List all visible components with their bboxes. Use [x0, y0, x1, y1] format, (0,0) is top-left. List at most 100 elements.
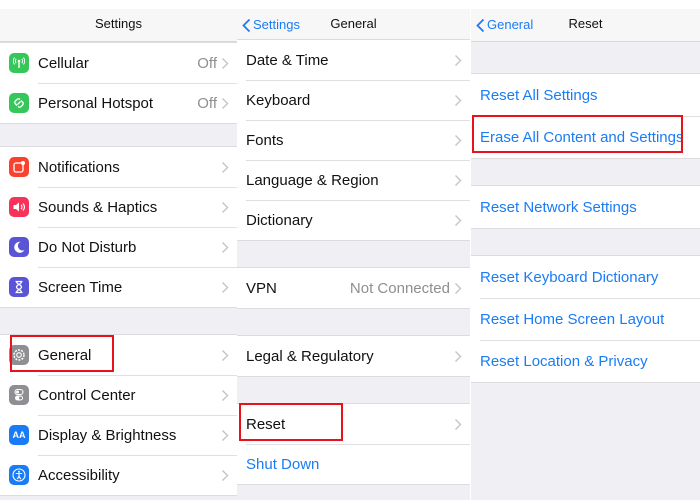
chevron-right-icon [222, 161, 229, 173]
item-label: Personal Hotspot [38, 94, 154, 112]
personal-hotspot-icon [9, 93, 29, 113]
item-label: Cellular [38, 54, 89, 72]
chevron-right-icon [455, 94, 462, 106]
settings-item-general[interactable]: General [0, 335, 237, 375]
general-group-reset: Reset Shut Down [237, 403, 470, 485]
item-label: Reset Keyboard Dictionary [480, 268, 659, 286]
settings-item-notifications[interactable]: Notifications [0, 147, 237, 187]
chevron-right-icon [455, 174, 462, 186]
settings-panel: Settings Cellular Off Personal Hotspot O… [0, 0, 237, 500]
item-label: Language & Region [246, 171, 379, 189]
reset-keyboard-dictionary-button[interactable]: Reset Keyboard Dictionary [471, 256, 700, 298]
item-label: Date & Time [246, 51, 329, 69]
reset-group-other: Reset Keyboard Dictionary Reset Home Scr… [471, 255, 700, 383]
chevron-right-icon [222, 97, 229, 109]
item-label: Accessibility [38, 466, 120, 484]
settings-group-system: General Control Center AA Display & Brig… [0, 334, 237, 496]
chevron-right-icon [222, 349, 229, 361]
vpn-status: Not Connected [349, 279, 450, 297]
settings-item-do-not-disturb[interactable]: Do Not Disturb [0, 227, 237, 267]
item-label: Control Center [38, 386, 136, 404]
item-label: Legal & Regulatory [246, 347, 374, 365]
page-title: Settings [95, 16, 142, 31]
item-label: Notifications [38, 158, 120, 176]
general-group-vpn: VPN Not Connected [237, 267, 470, 309]
reset-all-settings-button[interactable]: Reset All Settings [471, 74, 700, 116]
item-label: Sounds & Haptics [38, 198, 158, 216]
hourglass-icon [9, 277, 29, 297]
chevron-right-icon [455, 418, 462, 430]
reset-group-main: Reset All Settings Erase All Content and… [471, 73, 700, 159]
chevron-right-icon [222, 241, 229, 253]
settings-item-sounds-haptics[interactable]: Sounds & Haptics [0, 187, 237, 227]
chevron-right-icon [455, 134, 462, 146]
erase-all-content-button[interactable]: Erase All Content and Settings [471, 116, 700, 158]
reset-panel: General Reset Reset All Settings Erase A… [471, 0, 700, 500]
page-title: Reset [568, 16, 603, 31]
chevron-right-icon [455, 214, 462, 226]
reset-location-privacy-button[interactable]: Reset Location & Privacy [471, 340, 700, 382]
general-group-main: Date & Time Keyboard Fonts Language & Re… [237, 39, 470, 241]
settings-group-connectivity: Cellular Off Personal Hotspot Off [0, 42, 237, 124]
item-label: Fonts [246, 131, 284, 149]
item-label: Shut Down [246, 455, 320, 473]
shut-down-button[interactable]: Shut Down [237, 444, 470, 484]
general-item-keyboard[interactable]: Keyboard [237, 80, 470, 120]
settings-item-accessibility[interactable]: Accessibility [0, 455, 237, 495]
reset-network-settings-button[interactable]: Reset Network Settings [471, 186, 700, 228]
general-item-language-region[interactable]: Language & Region [237, 160, 470, 200]
general-item-dictionary[interactable]: Dictionary [237, 200, 470, 240]
item-label: General [38, 346, 92, 364]
item-label: Reset Location & Privacy [480, 352, 648, 370]
cellular-status: Off [197, 54, 217, 72]
item-label: Reset Network Settings [480, 198, 637, 216]
general-nav-bar: Settings General [237, 9, 470, 42]
item-label: Reset All Settings [480, 86, 598, 104]
reset-group-network: Reset Network Settings [471, 185, 700, 229]
settings-group-notifications: Notifications Sounds & Haptics Do Not Di… [0, 146, 237, 308]
settings-nav-bar: Settings [0, 9, 237, 42]
item-label: VPN [246, 279, 277, 297]
hotspot-status: Off [197, 94, 217, 112]
chevron-right-icon [455, 350, 462, 362]
item-label: Reset Home Screen Layout [480, 310, 665, 328]
settings-item-cellular[interactable]: Cellular Off [0, 43, 237, 83]
settings-item-personal-hotspot[interactable]: Personal Hotspot Off [0, 83, 237, 123]
chevron-right-icon [222, 57, 229, 69]
chevron-right-icon [222, 201, 229, 213]
settings-item-display-brightness[interactable]: AA Display & Brightness [0, 415, 237, 455]
sounds-icon [9, 197, 29, 217]
general-panel: Settings General Date & Time Keyboard Fo… [237, 0, 470, 500]
chevron-right-icon [455, 282, 462, 294]
item-label: Dictionary [246, 211, 313, 229]
moon-icon [9, 237, 29, 257]
accessibility-icon [9, 465, 29, 485]
general-item-reset[interactable]: Reset [237, 404, 470, 444]
gear-icon [9, 345, 29, 365]
item-label: Erase All Content and Settings [480, 128, 684, 146]
reset-nav-bar: General Reset [471, 9, 700, 42]
reset-home-screen-layout-button[interactable]: Reset Home Screen Layout [471, 298, 700, 340]
item-label: Do Not Disturb [38, 238, 137, 256]
item-label: Screen Time [38, 278, 123, 296]
toggles-icon [9, 385, 29, 405]
settings-item-screen-time[interactable]: Screen Time [0, 267, 237, 307]
chevron-right-icon [455, 54, 462, 66]
general-item-fonts[interactable]: Fonts [237, 120, 470, 160]
chevron-right-icon [222, 389, 229, 401]
page-title: General [330, 16, 377, 31]
general-group-legal: Legal & Regulatory [237, 335, 470, 377]
settings-item-control-center[interactable]: Control Center [0, 375, 237, 415]
general-item-date-time[interactable]: Date & Time [237, 40, 470, 80]
item-label: Reset [246, 415, 286, 433]
chevron-right-icon [222, 429, 229, 441]
chevron-right-icon [222, 469, 229, 481]
item-label: Display & Brightness [38, 426, 177, 444]
general-item-legal-regulatory[interactable]: Legal & Regulatory [237, 336, 470, 376]
item-label: Keyboard [246, 91, 311, 109]
chevron-right-icon [222, 281, 229, 293]
cellular-icon [9, 53, 29, 73]
notifications-icon [9, 157, 29, 177]
general-item-vpn[interactable]: VPN Not Connected [237, 268, 470, 308]
display-icon: AA [9, 425, 29, 445]
